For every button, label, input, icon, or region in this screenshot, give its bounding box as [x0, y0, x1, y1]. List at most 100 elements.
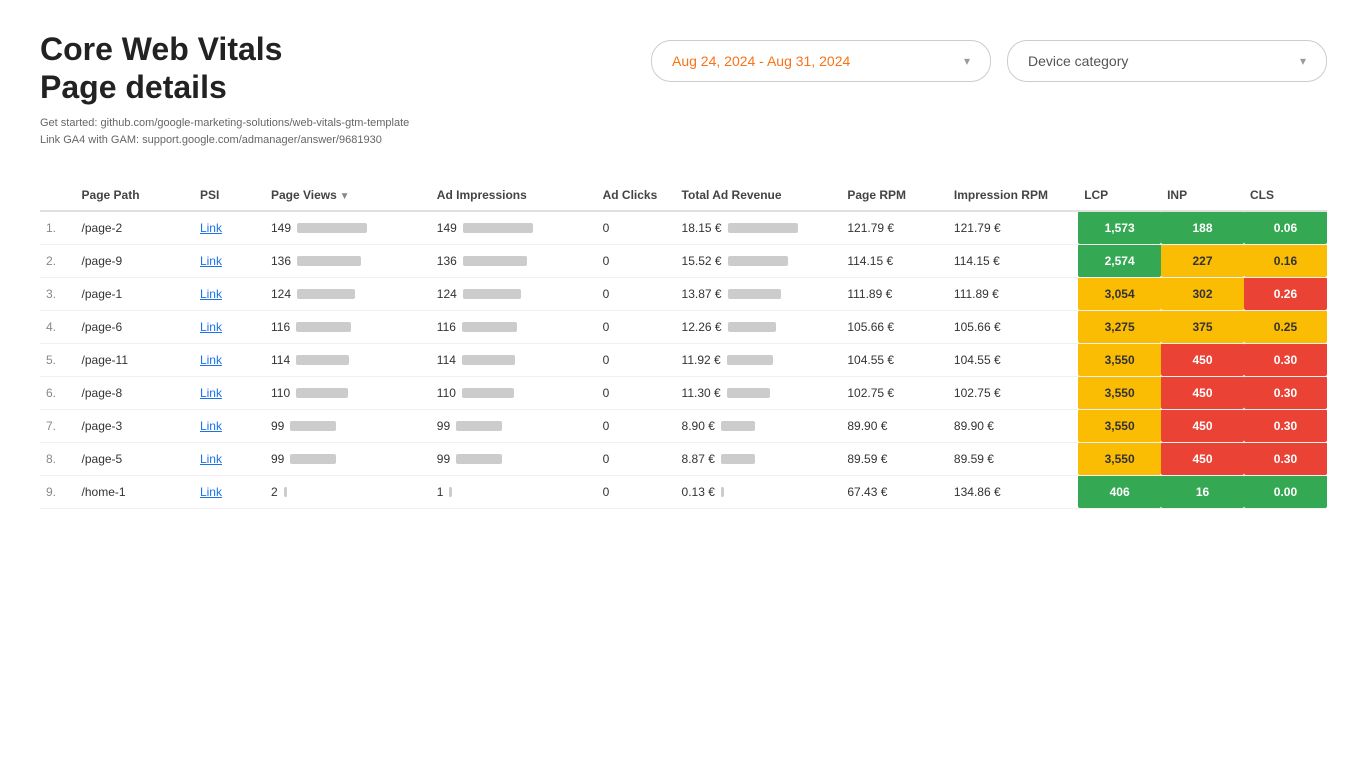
page-subtitle: Get started: github.com/google-marketing… [40, 115, 409, 150]
row-cls: 0.06 [1244, 211, 1327, 245]
row-path: /page-9 [76, 244, 194, 277]
row-adclicks: 0 [597, 475, 676, 508]
row-num: 4. [40, 310, 76, 343]
row-totalrevenue: 11.92 € [676, 343, 842, 376]
row-adimpressions: 110 [431, 376, 597, 409]
row-impressionrpm: 89.59 € [948, 442, 1078, 475]
col-header-totalrevenue: Total Ad Revenue [676, 180, 842, 211]
row-pageviews: 114 [265, 343, 431, 376]
row-inp: 227 [1161, 244, 1244, 277]
row-cls: 0.30 [1244, 343, 1327, 376]
row-inp: 450 [1161, 442, 1244, 475]
table-row: 3. /page-1 Link 124 124 0 13.87 € 111.89… [40, 277, 1327, 310]
col-header-pageviews[interactable]: Page Views [265, 180, 431, 211]
row-num: 2. [40, 244, 76, 277]
controls-area: Aug 24, 2024 - Aug 31, 2024 ▾ Device cat… [651, 40, 1327, 82]
row-adclicks: 0 [597, 277, 676, 310]
col-header-adimpressions: Ad Impressions [431, 180, 597, 211]
row-psi[interactable]: Link [194, 244, 265, 277]
row-psi[interactable]: Link [194, 376, 265, 409]
device-dropdown-arrow: ▾ [1300, 54, 1306, 68]
row-path: /page-3 [76, 409, 194, 442]
row-cls: 0.16 [1244, 244, 1327, 277]
row-inp: 450 [1161, 343, 1244, 376]
row-lcp: 3,550 [1078, 442, 1161, 475]
row-path: /page-6 [76, 310, 194, 343]
row-adclicks: 0 [597, 409, 676, 442]
row-num: 9. [40, 475, 76, 508]
data-table: Page Path PSI Page Views Ad Impressions … [40, 180, 1327, 509]
date-range-label: Aug 24, 2024 - Aug 31, 2024 [672, 53, 850, 69]
table-row: 4. /page-6 Link 116 116 0 12.26 € 105.66… [40, 310, 1327, 343]
row-adclicks: 0 [597, 244, 676, 277]
row-totalrevenue: 0.13 € [676, 475, 842, 508]
title-block: Core Web Vitals Page details Get started… [40, 30, 409, 150]
row-psi[interactable]: Link [194, 409, 265, 442]
row-psi[interactable]: Link [194, 475, 265, 508]
row-num: 6. [40, 376, 76, 409]
row-impressionrpm: 105.66 € [948, 310, 1078, 343]
row-psi[interactable]: Link [194, 442, 265, 475]
table-row: 5. /page-11 Link 114 114 0 11.92 € 104.5… [40, 343, 1327, 376]
row-adimpressions: 99 [431, 442, 597, 475]
col-header-inp: INP [1161, 180, 1244, 211]
row-pagerpm: 102.75 € [841, 376, 948, 409]
row-psi[interactable]: Link [194, 343, 265, 376]
row-lcp: 406 [1078, 475, 1161, 508]
row-psi[interactable]: Link [194, 277, 265, 310]
row-path: /page-11 [76, 343, 194, 376]
row-lcp: 3,550 [1078, 409, 1161, 442]
row-psi[interactable]: Link [194, 310, 265, 343]
table-row: 2. /page-9 Link 136 136 0 15.52 € 114.15… [40, 244, 1327, 277]
row-pageviews: 99 [265, 409, 431, 442]
col-header-lcp: LCP [1078, 180, 1161, 211]
row-adclicks: 0 [597, 310, 676, 343]
row-adimpressions: 149 [431, 211, 597, 245]
row-pageviews: 149 [265, 211, 431, 245]
col-header-cls: CLS [1244, 180, 1327, 211]
col-header-psi: PSI [194, 180, 265, 211]
row-pagerpm: 114.15 € [841, 244, 948, 277]
row-totalrevenue: 18.15 € [676, 211, 842, 245]
row-pageviews: 99 [265, 442, 431, 475]
row-cls: 0.26 [1244, 277, 1327, 310]
table-row: 7. /page-3 Link 99 99 0 8.90 € 89.90 € 8… [40, 409, 1327, 442]
row-inp: 302 [1161, 277, 1244, 310]
device-category-selector[interactable]: Device category ▾ [1007, 40, 1327, 82]
table-row: 1. /page-2 Link 149 149 0 18.15 € 121.79… [40, 211, 1327, 245]
col-header-num [40, 180, 76, 211]
table-row: 6. /page-8 Link 110 110 0 11.30 € 102.75… [40, 376, 1327, 409]
row-num: 1. [40, 211, 76, 245]
row-pageviews: 110 [265, 376, 431, 409]
col-header-adclicks: Ad Clicks [597, 180, 676, 211]
row-adimpressions: 136 [431, 244, 597, 277]
row-lcp: 3,550 [1078, 376, 1161, 409]
row-pagerpm: 121.79 € [841, 211, 948, 245]
col-header-impressionrpm: Impression RPM [948, 180, 1078, 211]
row-adimpressions: 116 [431, 310, 597, 343]
row-inp: 188 [1161, 211, 1244, 245]
row-totalrevenue: 8.90 € [676, 409, 842, 442]
row-cls: 0.30 [1244, 442, 1327, 475]
row-lcp: 3,275 [1078, 310, 1161, 343]
row-inp: 16 [1161, 475, 1244, 508]
row-adclicks: 0 [597, 442, 676, 475]
row-inp: 450 [1161, 409, 1244, 442]
row-totalrevenue: 13.87 € [676, 277, 842, 310]
row-cls: 0.30 [1244, 409, 1327, 442]
row-pageviews: 124 [265, 277, 431, 310]
row-impressionrpm: 104.55 € [948, 343, 1078, 376]
device-category-label: Device category [1028, 53, 1128, 69]
row-path: /page-2 [76, 211, 194, 245]
row-pagerpm: 105.66 € [841, 310, 948, 343]
row-pagerpm: 89.59 € [841, 442, 948, 475]
row-num: 7. [40, 409, 76, 442]
page-header: Core Web Vitals Page details Get started… [40, 30, 1327, 150]
col-header-path: Page Path [76, 180, 194, 211]
row-psi[interactable]: Link [194, 211, 265, 245]
row-num: 5. [40, 343, 76, 376]
row-num: 3. [40, 277, 76, 310]
date-range-selector[interactable]: Aug 24, 2024 - Aug 31, 2024 ▾ [651, 40, 991, 82]
row-totalrevenue: 12.26 € [676, 310, 842, 343]
row-adimpressions: 114 [431, 343, 597, 376]
